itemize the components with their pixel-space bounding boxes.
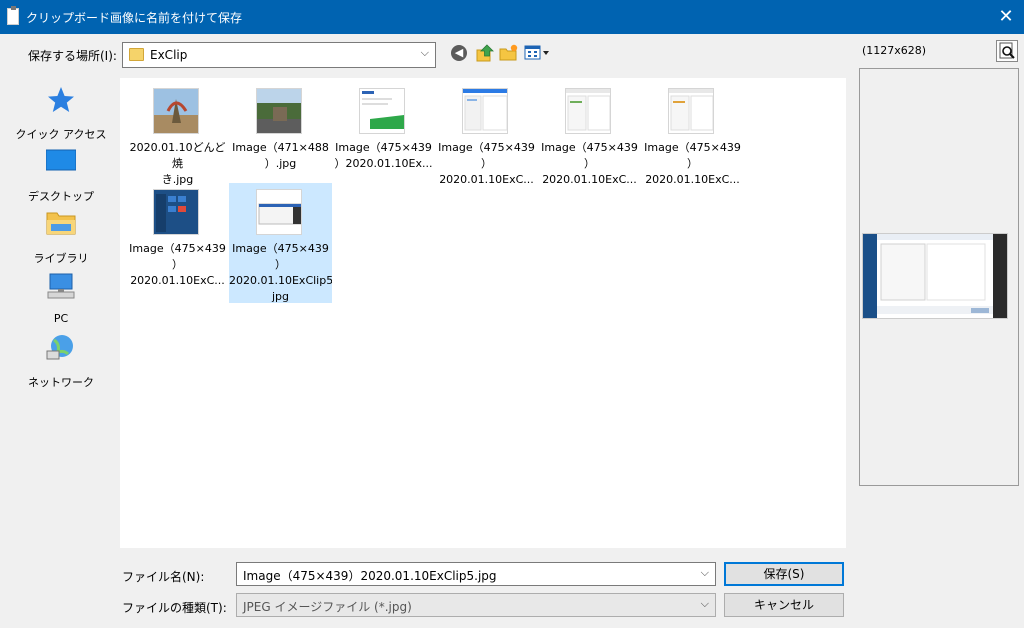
file-item-selected[interactable]: Image（475×439） 2020.01.10ExClip5. jpg	[229, 183, 332, 303]
save-location-label: 保存する場所(I):	[28, 49, 117, 63]
screenshot-thumbnail	[462, 88, 508, 134]
filename-label: ファイル名(N):	[122, 570, 205, 584]
file-item[interactable]: Image（475×439 ）2020.01.10ExC...	[126, 183, 229, 303]
view-menu-icon[interactable]	[524, 43, 550, 63]
filetype-value: JPEG イメージファイル (*.jpg)	[243, 600, 412, 614]
place-label: クイック アクセス	[15, 128, 107, 141]
file-name: Image（475×439 ）2020.01.10ExC...	[438, 141, 535, 186]
chevron-down-icon[interactable]: ⌵	[701, 566, 709, 580]
window-title: クリップボード画像に名前を付けて保存	[26, 11, 243, 25]
screenshot-thumbnail	[565, 88, 611, 134]
folder-icon	[129, 48, 144, 61]
close-button[interactable]: ✕	[988, 0, 1024, 34]
preview-panel	[859, 68, 1019, 486]
up-folder-icon[interactable]	[475, 43, 495, 63]
magnifier-icon	[999, 42, 1015, 59]
network-icon	[46, 334, 76, 360]
desktop-icon	[45, 148, 77, 174]
place-desktop[interactable]: デスクトップ	[14, 148, 108, 204]
file-name: Image（475×439） 2020.01.10ExClip5. jpg	[229, 242, 332, 303]
file-item[interactable]: Image（475×439 ）2020.01.10ExC...	[641, 82, 744, 202]
file-name: Image（475×439 ）2020.01.10ExC...	[541, 141, 638, 186]
file-name: Image（475×439 ）2020.01.10Ex...	[334, 141, 433, 170]
save-button[interactable]: 保存(S)	[724, 562, 844, 586]
filename-value: Image（475×439）2020.01.10ExClip5.jpg	[243, 569, 497, 583]
screenshot-thumbnail	[359, 88, 405, 134]
save-location-combo[interactable]: ExClip ⌵	[122, 42, 436, 68]
chevron-down-icon[interactable]: ⌵	[701, 597, 709, 611]
filetype-label: ファイルの種類(T):	[122, 601, 227, 615]
library-folder-icon	[46, 210, 76, 236]
preview-image	[862, 233, 1008, 319]
file-name: Image（475×439 ）2020.01.10ExC...	[644, 141, 741, 186]
file-name: Image（471×488 ）.jpg	[232, 141, 329, 170]
file-item[interactable]: Image（475×439 ）2020.01.10ExC...	[538, 82, 641, 202]
filetype-select[interactable]: JPEG イメージファイル (*.jpg) ⌵	[236, 593, 716, 617]
place-quick-access[interactable]: クイック アクセス	[14, 86, 108, 142]
computer-icon	[46, 272, 76, 299]
place-pc[interactable]: PC	[14, 272, 108, 328]
file-name: 2020.01.10どんど焼 き.jpg	[129, 141, 226, 186]
star-icon	[46, 86, 76, 112]
preview-zoom-button[interactable]	[996, 40, 1018, 62]
file-list[interactable]: 2020.01.10どんど焼 き.jpg Image（471×488 ）.jpg I…	[120, 78, 846, 548]
screenshot-thumbnail	[153, 189, 199, 235]
file-item[interactable]: Image（475×439 ）2020.01.10Ex...	[332, 82, 435, 202]
place-label: PC	[53, 312, 69, 325]
cancel-button[interactable]: キャンセル	[724, 593, 844, 617]
place-network[interactable]: ネットワーク	[14, 334, 108, 390]
photo-thumbnail	[256, 88, 302, 134]
places-bar: クイック アクセス デスクトップ ライブラリ PC ネットワーク	[14, 78, 108, 548]
file-name: Image（475×439 ）2020.01.10ExC...	[129, 242, 226, 287]
filename-input[interactable]: Image（475×439）2020.01.10ExClip5.jpg ⌵	[236, 562, 716, 586]
photo-thumbnail	[153, 88, 199, 134]
title-bar: クリップボード画像に名前を付けて保存 ✕	[0, 0, 1024, 34]
screenshot-thumbnail	[668, 88, 714, 134]
back-icon[interactable]: ◀	[451, 45, 467, 61]
file-item[interactable]: Image（475×439 ）2020.01.10ExC...	[435, 82, 538, 202]
new-folder-icon[interactable]	[499, 43, 519, 63]
screenshot-thumbnail	[256, 189, 302, 235]
place-library[interactable]: ライブラリ	[14, 210, 108, 266]
save-location-value: ExClip	[150, 48, 188, 62]
chevron-down-icon[interactable]: ⌵	[421, 46, 429, 60]
preview-size-label: (1127x628)	[862, 44, 927, 57]
place-label: ネットワーク	[28, 376, 94, 389]
place-label: デスクトップ	[28, 190, 94, 203]
place-label: ライブラリ	[33, 252, 89, 265]
clipboard-icon	[7, 6, 19, 25]
